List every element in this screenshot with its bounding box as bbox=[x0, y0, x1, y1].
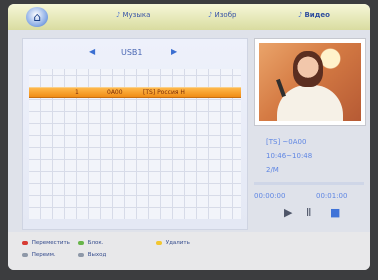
legend-mode: Переим. bbox=[22, 252, 56, 258]
legend-mode-label: Переим. bbox=[31, 252, 56, 258]
legend-red-label: Переместить bbox=[31, 240, 70, 246]
legend-red: Переместить bbox=[22, 240, 70, 246]
yellow-key-icon bbox=[156, 240, 162, 245]
preview-frame bbox=[259, 43, 361, 121]
source-selector: ◀ USB1 ▶ bbox=[23, 47, 247, 61]
stop-icon[interactable]: ■ bbox=[330, 206, 340, 219]
file-browser-panel: ◀ USB1 ▶ 1 0A00 [TS] Россия Н bbox=[22, 38, 248, 230]
media-browser-screen: ⌂ Музыка Изобр Видео ◀ USB1 ▶ 1 0A00 [TS… bbox=[8, 4, 370, 270]
mode-key-icon bbox=[22, 252, 28, 257]
video-preview bbox=[254, 38, 366, 126]
top-navigation-bar: ⌂ Музыка Изобр Видео bbox=[8, 4, 370, 30]
source-prev-icon[interactable]: ◀ bbox=[89, 47, 95, 56]
time-range: 10:46~10:48 bbox=[266, 152, 313, 160]
row-title: [TS] Россия Н bbox=[143, 89, 185, 96]
preview-panel: [TS] ~0A00 10:46~10:48 2/M 00:00:00 00:0… bbox=[254, 38, 370, 228]
source-next-icon[interactable]: ▶ bbox=[171, 47, 177, 56]
playback-times: 00:00:00 00:01:00 bbox=[254, 192, 370, 202]
playback-controls: ▶ Ⅱ ■ bbox=[284, 206, 364, 220]
tab-images[interactable]: Изобр bbox=[208, 11, 236, 19]
selected-file-row[interactable]: 1 0A00 [TS] Россия Н bbox=[29, 87, 241, 98]
legend-exit-label: Выход bbox=[87, 252, 107, 258]
playback-progress-bar[interactable] bbox=[254, 182, 364, 185]
legend-green: Блок. bbox=[78, 240, 103, 246]
home-icon[interactable]: ⌂ bbox=[26, 7, 48, 27]
source-label: USB1 bbox=[121, 48, 143, 57]
row-index: 1 bbox=[75, 89, 79, 96]
footer-legend: Переместить Блок. Удалить Переим. Выход bbox=[8, 232, 370, 270]
tab-video[interactable]: Видео bbox=[298, 11, 329, 19]
legend-green-label: Блок. bbox=[87, 240, 104, 246]
tab-music[interactable]: Музыка bbox=[116, 11, 150, 19]
play-icon[interactable]: ▶ bbox=[284, 206, 292, 219]
red-key-icon bbox=[22, 240, 28, 245]
time-total: 00:01:00 bbox=[316, 192, 348, 200]
person-face bbox=[293, 51, 323, 87]
row-code: 0A00 bbox=[107, 89, 123, 96]
time-current: 00:00:00 bbox=[254, 192, 286, 200]
legend-exit: Выход bbox=[78, 252, 106, 258]
legend-yellow-label: Удалить bbox=[165, 240, 190, 246]
exit-key-icon bbox=[78, 252, 84, 257]
file-line: [TS] ~0A00 bbox=[266, 138, 307, 146]
file-size: 2/M bbox=[266, 166, 279, 174]
legend-yellow: Удалить bbox=[156, 240, 190, 246]
green-key-icon bbox=[78, 240, 84, 245]
pause-icon[interactable]: Ⅱ bbox=[306, 206, 311, 219]
